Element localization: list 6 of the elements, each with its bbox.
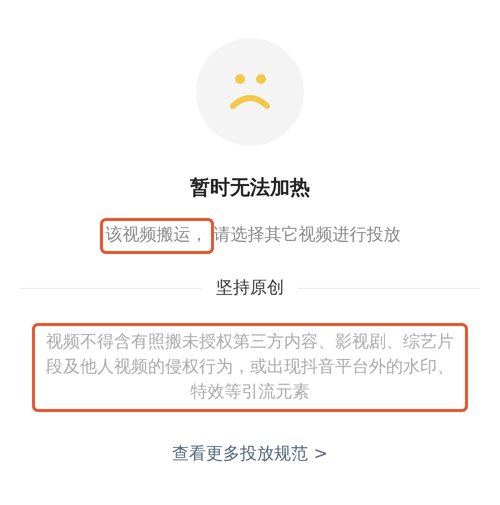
guideline-text: 视频不得含有照搬未授权第三方内容、影视剧、综艺片段及他人视频的侵权行为，或出现抖音平台外的水印、特效等引流元素 [32,323,468,412]
title: 暂时无法加热 [190,174,310,201]
message-text: 该视频搬运， [100,218,214,254]
section-heading: 坚持原创 [216,276,284,300]
sad-face-icon [196,38,304,146]
more-rules-link[interactable]: 查看更多投放规范 > [172,442,328,468]
